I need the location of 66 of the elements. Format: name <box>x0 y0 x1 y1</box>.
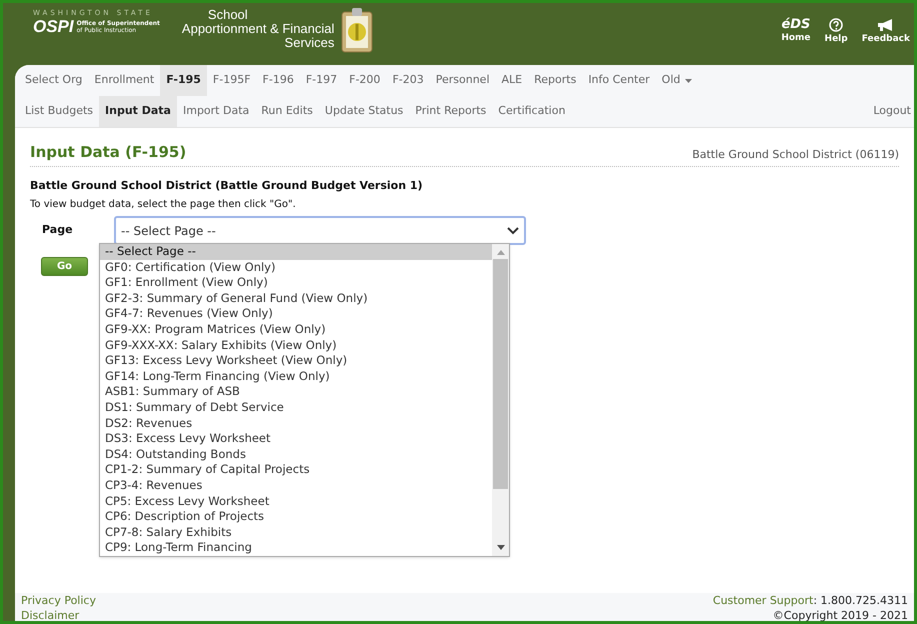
nav-tab[interactable]: Select Org <box>19 65 88 96</box>
dropdown-option[interactable]: DS1: Summary of Debt Service <box>100 400 492 416</box>
page-title: Input Data (F-195) <box>30 142 186 163</box>
dropdown-option[interactable]: GF4-7: Revenues (View Only) <box>100 306 492 322</box>
nav-tab[interactable]: F-195F <box>206 65 257 96</box>
subnav-tab[interactable]: Input Data <box>99 96 177 127</box>
scrollbar[interactable] <box>492 244 509 556</box>
dropdown-option[interactable]: DS3: Excess Levy Worksheet <box>100 431 492 447</box>
nav-tab[interactable]: F-200 <box>343 65 386 96</box>
copyright-text: ©Copyright 2019 - 2021 <box>772 608 908 621</box>
dropdown-option[interactable]: CP3-4: Revenues <box>100 478 492 494</box>
subnav-tab[interactable]: Print Reports <box>409 96 492 127</box>
dropdown-option[interactable]: CP9: Long-Term Financing <box>100 540 492 556</box>
subnav-tab[interactable]: Update Status <box>318 96 410 127</box>
dropdown-option[interactable]: DS2: Revenues <box>100 416 492 432</box>
budget-heading: Battle Ground School District (Battle Ground Budget Version 1) <box>30 178 424 194</box>
header-link[interactable]: Feedback <box>862 18 910 45</box>
help-icon <box>829 18 844 32</box>
instruction-text: To view budget data, select the page then click "Go". <box>30 198 297 212</box>
dropdown-option[interactable]: GF9-XXX-XX: Salary Exhibits (View Only) <box>100 338 492 354</box>
page-select[interactable]: -- Select Page -- <box>114 216 526 245</box>
dropdown-option[interactable]: DS4: Outstanding Bonds <box>100 446 492 462</box>
footer-link[interactable]: Disclaimer <box>21 608 96 621</box>
megaphone-icon <box>876 18 895 32</box>
nav-tab[interactable]: Info Center <box>582 65 656 96</box>
subnav-tab[interactable]: List Budgets <box>19 96 100 127</box>
field-label: Page <box>41 222 74 238</box>
nav-tab[interactable]: Old <box>656 65 698 96</box>
scroll-down-icon <box>496 544 504 550</box>
dropdown-option[interactable]: GF1: Enrollment (View Only) <box>100 275 492 291</box>
footer-link[interactable]: Privacy Policy <box>21 593 96 608</box>
nav-tab[interactable]: Reports <box>528 65 582 96</box>
dropdown-option[interactable]: CP1-2: Summary of Capital Projects <box>100 462 492 478</box>
dropdown-option[interactable]: GF14: Long-Term Financing (View Only) <box>100 368 492 384</box>
subnav-tab[interactable]: Run Edits <box>255 96 319 127</box>
dropdown-option[interactable]: ASB1: Summary of ASB <box>100 384 492 400</box>
header-link[interactable]: Help <box>824 18 848 45</box>
app-title: Apportionment & Financial <box>182 22 334 36</box>
app-title: Services <box>284 36 334 50</box>
nav-tab[interactable]: F-195 <box>160 65 207 96</box>
logout-link[interactable]: Logout <box>873 96 911 127</box>
nav-tab[interactable]: F-196 <box>256 65 300 96</box>
dropdown-option[interactable]: -- Select Page -- <box>100 244 492 260</box>
nav-tab[interactable]: Personnel <box>430 65 496 96</box>
scrollbar-thumb[interactable] <box>493 259 508 489</box>
nav-tab[interactable]: ALE <box>496 65 528 96</box>
nav-tab[interactable]: Enrollment <box>88 65 160 96</box>
dropdown-option[interactable]: GF0: Certification (View Only) <box>100 260 492 276</box>
ospi-logo: OSPI <box>33 18 74 36</box>
subnav-tab[interactable]: Certification <box>492 96 572 127</box>
subnav-tab[interactable]: Import Data <box>176 96 256 127</box>
dropdown-option[interactable]: GF2-3: Summary of General Fund (View Only) <box>100 290 492 306</box>
dropdown-option[interactable]: GF9-XX: Program Matrices (View Only) <box>100 322 492 338</box>
eds-logo: éDS <box>781 18 810 31</box>
dropdown-option[interactable]: CP7-8: Salary Exhibits <box>100 524 492 540</box>
district-name: Battle Ground School District (06119) <box>692 147 899 163</box>
dropdown-option[interactable]: CP6: Description of Projects <box>100 509 492 525</box>
scroll-up-icon <box>496 250 504 255</box>
nav-tab[interactable]: F-197 <box>300 65 344 96</box>
support-text: Customer Support: 1.800.725.4311 <box>712 593 908 608</box>
header-link[interactable]: éDS Home <box>781 18 811 45</box>
nav-tab[interactable]: F-203 <box>386 65 430 96</box>
dropdown-option[interactable]: CP5: Excess Levy Worksheet <box>100 494 492 510</box>
app-title: School <box>208 8 248 22</box>
chevron-down-icon <box>507 226 519 234</box>
dropdown-option[interactable]: GF13: Excess Levy Worksheet (View Only) <box>100 353 492 369</box>
